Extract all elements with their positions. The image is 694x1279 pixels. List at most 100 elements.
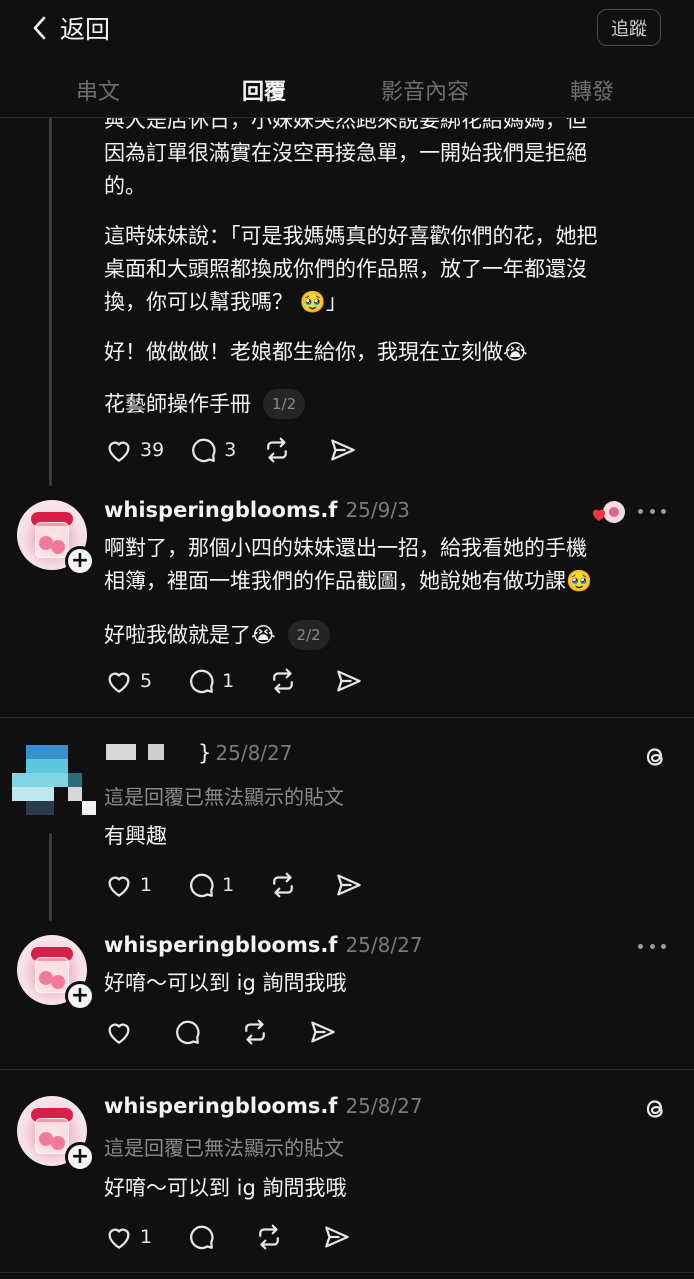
thread-content: 與大是店休日，小妹妹突然跑來說要綁花給媽媽，但 因為訂單很滿實在沒空再接急單，一… (0, 0, 694, 1279)
post-actions: 5 1 (104, 666, 364, 696)
post-tag-line: 花藝師操作手冊 1/2 (104, 388, 306, 421)
back-label: 返回 (60, 15, 111, 44)
comment-icon (176, 1020, 200, 1045)
username[interactable]: whisperingblooms.f (104, 933, 337, 957)
share-button[interactable] (308, 1017, 338, 1047)
post-line: 啊對了，那個小四的妹妹還出一招，給我看她的手機 (104, 536, 587, 560)
send-icon (331, 439, 356, 461)
tab-media[interactable]: 影音內容 (381, 74, 469, 106)
thread-line (49, 118, 52, 486)
repost-icon (273, 872, 294, 898)
comment-icon (190, 669, 214, 694)
post-author[interactable]: whisperingblooms.f 25/8/27 (104, 1094, 423, 1118)
tab-bar: 串文 回覆 影音內容 轉發 (0, 66, 694, 118)
post-actions: 1 1 (104, 870, 364, 900)
repost-icon (259, 1224, 279, 1250)
reply-count: 1 (222, 670, 235, 692)
reply-button[interactable]: 1 (186, 870, 234, 900)
page-indicator: 1/2 (263, 389, 306, 419)
repost-button[interactable] (262, 435, 292, 465)
heart-icon (108, 441, 130, 462)
tab-reposts[interactable]: 轉發 (570, 74, 614, 106)
follow-plus-icon[interactable]: + (65, 981, 95, 1011)
back-button[interactable]: 返回 (30, 12, 110, 44)
repost-button[interactable] (240, 1017, 270, 1047)
like-button[interactable]: 5 (104, 666, 152, 696)
avatar[interactable]: + (17, 500, 95, 576)
comment-icon (190, 1225, 214, 1250)
post-actions (104, 1017, 338, 1047)
follow-button[interactable]: 追蹤 (597, 9, 661, 46)
tab-threads[interactable]: 串文 (76, 74, 120, 106)
post-date: 25/8/27 (215, 741, 293, 765)
repost-button[interactable] (268, 666, 298, 696)
heart-icon (108, 1023, 130, 1044)
post-actions: 1 (104, 1222, 352, 1252)
avatar[interactable]: + (17, 935, 95, 1011)
repost-button[interactable] (268, 870, 298, 900)
reply-count: 1 (222, 874, 235, 896)
reply-button[interactable]: 1 (186, 666, 234, 696)
top-bar: 返回 追蹤 串文 回覆 影音內容 轉發 (0, 0, 694, 118)
follow-plus-icon[interactable]: + (65, 1142, 95, 1172)
post-line: 這時妹妹說：「可是我媽媽真的好喜歡你們的花，她把 (104, 224, 598, 248)
share-button[interactable] (322, 1222, 352, 1252)
more-options-button[interactable] (638, 941, 666, 951)
thread-line (49, 833, 52, 921)
repost-icon (273, 668, 294, 694)
comment-icon (190, 873, 214, 898)
post-line: 相簿，裡面一堆我們的作品截圖，她說她有做功課🥹 (104, 569, 593, 593)
reply-button[interactable] (172, 1017, 202, 1047)
post-line: 的。 (104, 174, 146, 198)
divider (0, 1272, 694, 1273)
post-author[interactable]: whisperingblooms.f 25/9/3 (104, 498, 410, 522)
share-button[interactable] (334, 666, 364, 696)
follow-plus-icon[interactable]: + (65, 546, 95, 576)
heart-icon (108, 672, 130, 693)
liked-by-author-icon (592, 500, 626, 524)
post-date: 25/9/3 (345, 498, 410, 522)
blurred-avatar[interactable] (12, 745, 96, 817)
tab-replies[interactable]: 回覆 (242, 74, 286, 106)
reply-button[interactable] (186, 1222, 216, 1252)
send-icon (337, 670, 361, 692)
like-count: 1 (140, 1226, 153, 1248)
post-author[interactable]: whisperingblooms.f 25/8/27 (104, 933, 423, 957)
unavailable-notice: 這是回覆已無法顯示的貼文 (104, 785, 344, 809)
reply-text: 有興趣 (104, 824, 167, 848)
post-date: 25/8/27 (345, 1094, 423, 1118)
post-line: 好啦我做就是了😭 (104, 623, 276, 647)
post-line: 換，你可以幫我嗎？ 🥹」 (104, 290, 347, 314)
send-icon (325, 1226, 349, 1248)
more-options-button[interactable] (638, 506, 666, 516)
send-icon (311, 1021, 335, 1043)
post-line: 好！做做做！老娘都生給你，我現在立刻做😭 (104, 340, 528, 364)
username[interactable]: whisperingblooms.f (104, 498, 337, 522)
username[interactable]: whisperingblooms.f (104, 1094, 337, 1118)
post-tag-line: 好啦我做就是了😭 2/2 (104, 619, 330, 652)
divider (0, 717, 694, 718)
like-button[interactable] (104, 1017, 134, 1047)
reply-button[interactable]: 3 (188, 435, 236, 465)
send-icon (337, 874, 361, 896)
like-count: 5 (140, 670, 153, 692)
reply-count: 3 (224, 439, 237, 461)
threads-logo-icon[interactable] (640, 1094, 670, 1124)
share-button[interactable] (328, 435, 358, 465)
post-author: } 25/8/27 (198, 741, 293, 765)
threads-logo-icon[interactable] (640, 742, 670, 772)
like-count: 1 (140, 874, 153, 896)
blurred-username (106, 744, 136, 760)
like-button[interactable]: 1 (104, 1222, 152, 1252)
like-button[interactable]: 1 (104, 870, 152, 900)
repost-button[interactable] (254, 1222, 284, 1252)
heart-icon (108, 876, 130, 897)
post-date: 25/8/27 (345, 933, 423, 957)
comment-icon (192, 438, 216, 463)
like-button[interactable]: 39 (104, 435, 164, 465)
topic-tag[interactable]: 花藝師操作手冊 (104, 392, 251, 416)
share-button[interactable] (334, 870, 364, 900)
post-actions: 39 3 (104, 435, 358, 465)
post-line: 因為訂單很滿實在沒空再接急單，一開始我們是拒絕 (104, 141, 587, 165)
avatar[interactable]: + (17, 1096, 95, 1172)
